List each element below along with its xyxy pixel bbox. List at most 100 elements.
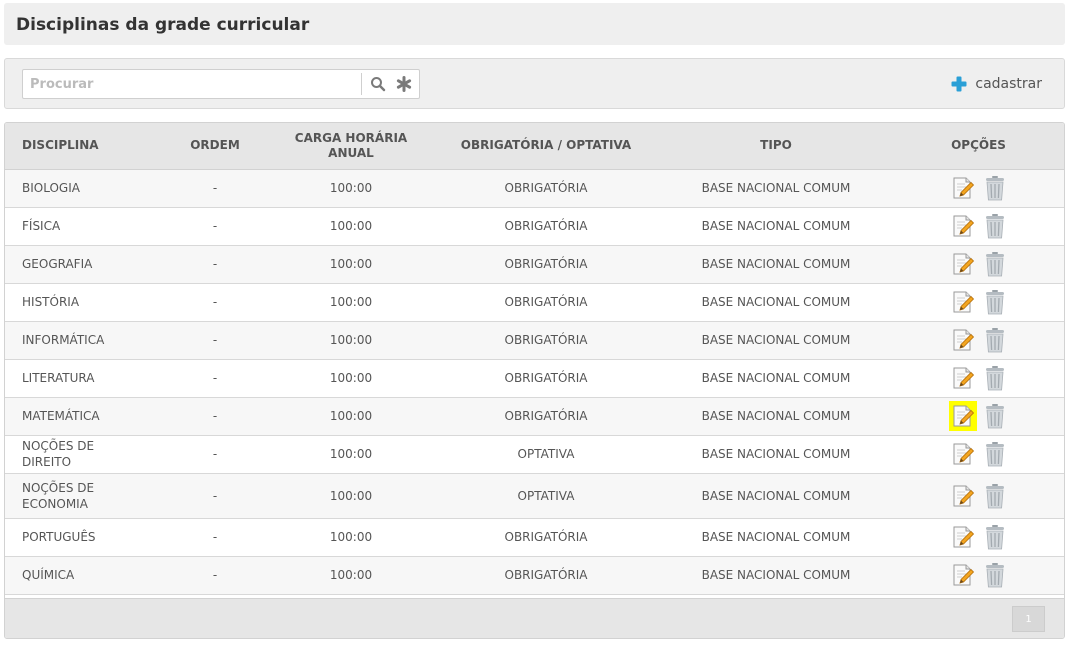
edit-icon xyxy=(953,215,974,237)
trash-icon xyxy=(985,442,1004,467)
cell-obrigatoria: OBRIGATÓRIA xyxy=(504,219,588,233)
search-input[interactable] xyxy=(23,70,361,98)
cell-carga-horaria: 100:00 xyxy=(329,447,373,461)
edit-button[interactable] xyxy=(949,325,977,355)
cell-disciplina: INFORMÁTICA xyxy=(22,333,105,347)
cell-tipo: BASE NACIONAL COMUM xyxy=(701,371,851,385)
cell-ordem: - xyxy=(212,409,218,423)
delete-button[interactable] xyxy=(981,439,1009,469)
edit-icon xyxy=(953,253,974,275)
table-row: PORTUGUÊS - 100:00 OBRIGATÓRIA BASE NACI… xyxy=(5,518,1064,556)
cell-obrigatoria: OBRIGATÓRIA xyxy=(504,181,588,195)
cell-tipo: BASE NACIONAL COMUM xyxy=(701,409,851,423)
cell-carga-horaria: 100:00 xyxy=(329,295,373,309)
edit-button[interactable] xyxy=(949,560,977,590)
table-row: FÍSICA - 100:00 OBRIGATÓRIA BASE NACIONA… xyxy=(5,207,1064,245)
add-button-label: cadastrar xyxy=(975,76,1042,92)
cell-carga-horaria: 100:00 xyxy=(329,257,373,271)
delete-button[interactable] xyxy=(981,363,1009,393)
table-row: GEOGRAFIA - 100:00 OBRIGATÓRIA BASE NACI… xyxy=(5,245,1064,283)
cell-carga-horaria: 100:00 xyxy=(329,409,373,423)
delete-button[interactable] xyxy=(981,560,1009,590)
edit-button[interactable] xyxy=(949,249,977,279)
asterisk-icon[interactable] xyxy=(395,75,413,93)
column-header-opcoes: OPÇÕES xyxy=(891,123,1064,170)
cell-tipo: BASE NACIONAL COMUM xyxy=(701,219,851,233)
edit-button[interactable] xyxy=(949,522,977,552)
cell-carga-horaria: 100:00 xyxy=(329,530,373,544)
edit-icon xyxy=(953,443,974,465)
cell-disciplina: MATEMÁTICA xyxy=(22,409,100,423)
trash-icon xyxy=(985,252,1004,277)
delete-button[interactable] xyxy=(981,173,1009,203)
cell-tipo: BASE NACIONAL COMUM xyxy=(701,530,851,544)
cell-obrigatoria: OPTATIVA xyxy=(517,488,575,503)
cell-ordem: - xyxy=(212,530,218,544)
cell-obrigatoria: OBRIGATÓRIA xyxy=(504,371,588,385)
cell-tipo: BASE NACIONAL COMUM xyxy=(701,568,851,582)
cell-opcoes xyxy=(891,321,1064,359)
edit-button[interactable] xyxy=(949,363,977,393)
edit-button[interactable] xyxy=(949,481,977,511)
search-box xyxy=(22,69,420,99)
cell-opcoes xyxy=(891,359,1064,397)
disciplines-table: DISCIPLINA ORDEM CARGA HORÁRIA ANUAL OBR… xyxy=(4,122,1065,639)
edit-icon xyxy=(953,367,974,389)
table-footer: 1 xyxy=(5,598,1064,638)
trash-icon xyxy=(985,290,1004,315)
column-header-tipo[interactable]: TIPO xyxy=(661,123,891,170)
delete-button[interactable] xyxy=(981,522,1009,552)
search-divider xyxy=(361,73,362,95)
column-header-disciplina[interactable]: DISCIPLINA xyxy=(5,123,159,170)
cell-tipo: BASE NACIONAL COMUM xyxy=(701,333,851,347)
cell-ordem: - xyxy=(212,219,218,233)
edit-button[interactable] xyxy=(949,173,977,203)
cell-disciplina: NOÇÕES DE ECONOMIA xyxy=(22,480,95,511)
cell-opcoes xyxy=(891,207,1064,245)
trash-icon xyxy=(985,366,1004,391)
delete-button[interactable] xyxy=(981,249,1009,279)
cell-opcoes xyxy=(891,435,1064,473)
delete-button[interactable] xyxy=(981,481,1009,511)
edit-button[interactable] xyxy=(949,211,977,241)
cell-opcoes xyxy=(891,556,1064,594)
cell-opcoes xyxy=(891,397,1064,435)
cell-opcoes xyxy=(891,169,1064,207)
cell-disciplina: GEOGRAFIA xyxy=(22,257,93,271)
cell-obrigatoria: OBRIGATÓRIA xyxy=(504,530,588,544)
plus-icon xyxy=(951,76,967,92)
edit-icon xyxy=(953,485,974,506)
search-icon[interactable] xyxy=(369,75,387,93)
cell-disciplina: LITERATURA xyxy=(22,371,95,385)
table-row: HISTÓRIA - 100:00 OBRIGATÓRIA BASE NACIO… xyxy=(5,283,1064,321)
delete-button[interactable] xyxy=(981,211,1009,241)
table-row: LITERATURA - 100:00 OBRIGATÓRIA BASE NAC… xyxy=(5,359,1064,397)
edit-icon xyxy=(953,405,974,427)
cell-ordem: - xyxy=(212,257,218,271)
cell-carga-horaria: 100:00 xyxy=(329,219,373,233)
cell-obrigatoria: OBRIGATÓRIA xyxy=(504,409,588,423)
column-header-ordem[interactable]: ORDEM xyxy=(159,123,271,170)
column-header-obrigatoria[interactable]: OBRIGATÓRIA / OPTATIVA xyxy=(431,123,661,170)
pagination-page-button[interactable]: 1 xyxy=(1012,606,1045,632)
delete-button[interactable] xyxy=(981,401,1009,431)
cell-ordem: - xyxy=(212,447,218,461)
cell-disciplina: HISTÓRIA xyxy=(22,295,80,309)
page-title: Disciplinas da grade curricular xyxy=(16,15,310,35)
cell-obrigatoria: OBRIGATÓRIA xyxy=(504,568,588,582)
cell-disciplina: NOÇÕES DE DIREITO xyxy=(22,439,95,469)
edit-button[interactable] xyxy=(949,287,977,317)
edit-button[interactable] xyxy=(948,401,977,431)
delete-button[interactable] xyxy=(981,287,1009,317)
table-row: QUÍMICA - 100:00 OBRIGATÓRIA BASE NACION… xyxy=(5,556,1064,594)
cell-obrigatoria: OBRIGATÓRIA xyxy=(504,257,588,271)
column-header-carga[interactable]: CARGA HORÁRIA ANUAL xyxy=(271,123,431,170)
add-button[interactable]: cadastrar xyxy=(951,74,1042,94)
cell-tipo: BASE NACIONAL COMUM xyxy=(701,488,851,503)
table-row: INFORMÁTICA - 100:00 OBRIGATÓRIA BASE NA… xyxy=(5,321,1064,359)
trash-icon xyxy=(985,176,1004,201)
cell-disciplina: FÍSICA xyxy=(22,219,61,233)
edit-button[interactable] xyxy=(949,439,977,469)
delete-button[interactable] xyxy=(981,325,1009,355)
trash-icon xyxy=(985,525,1004,550)
